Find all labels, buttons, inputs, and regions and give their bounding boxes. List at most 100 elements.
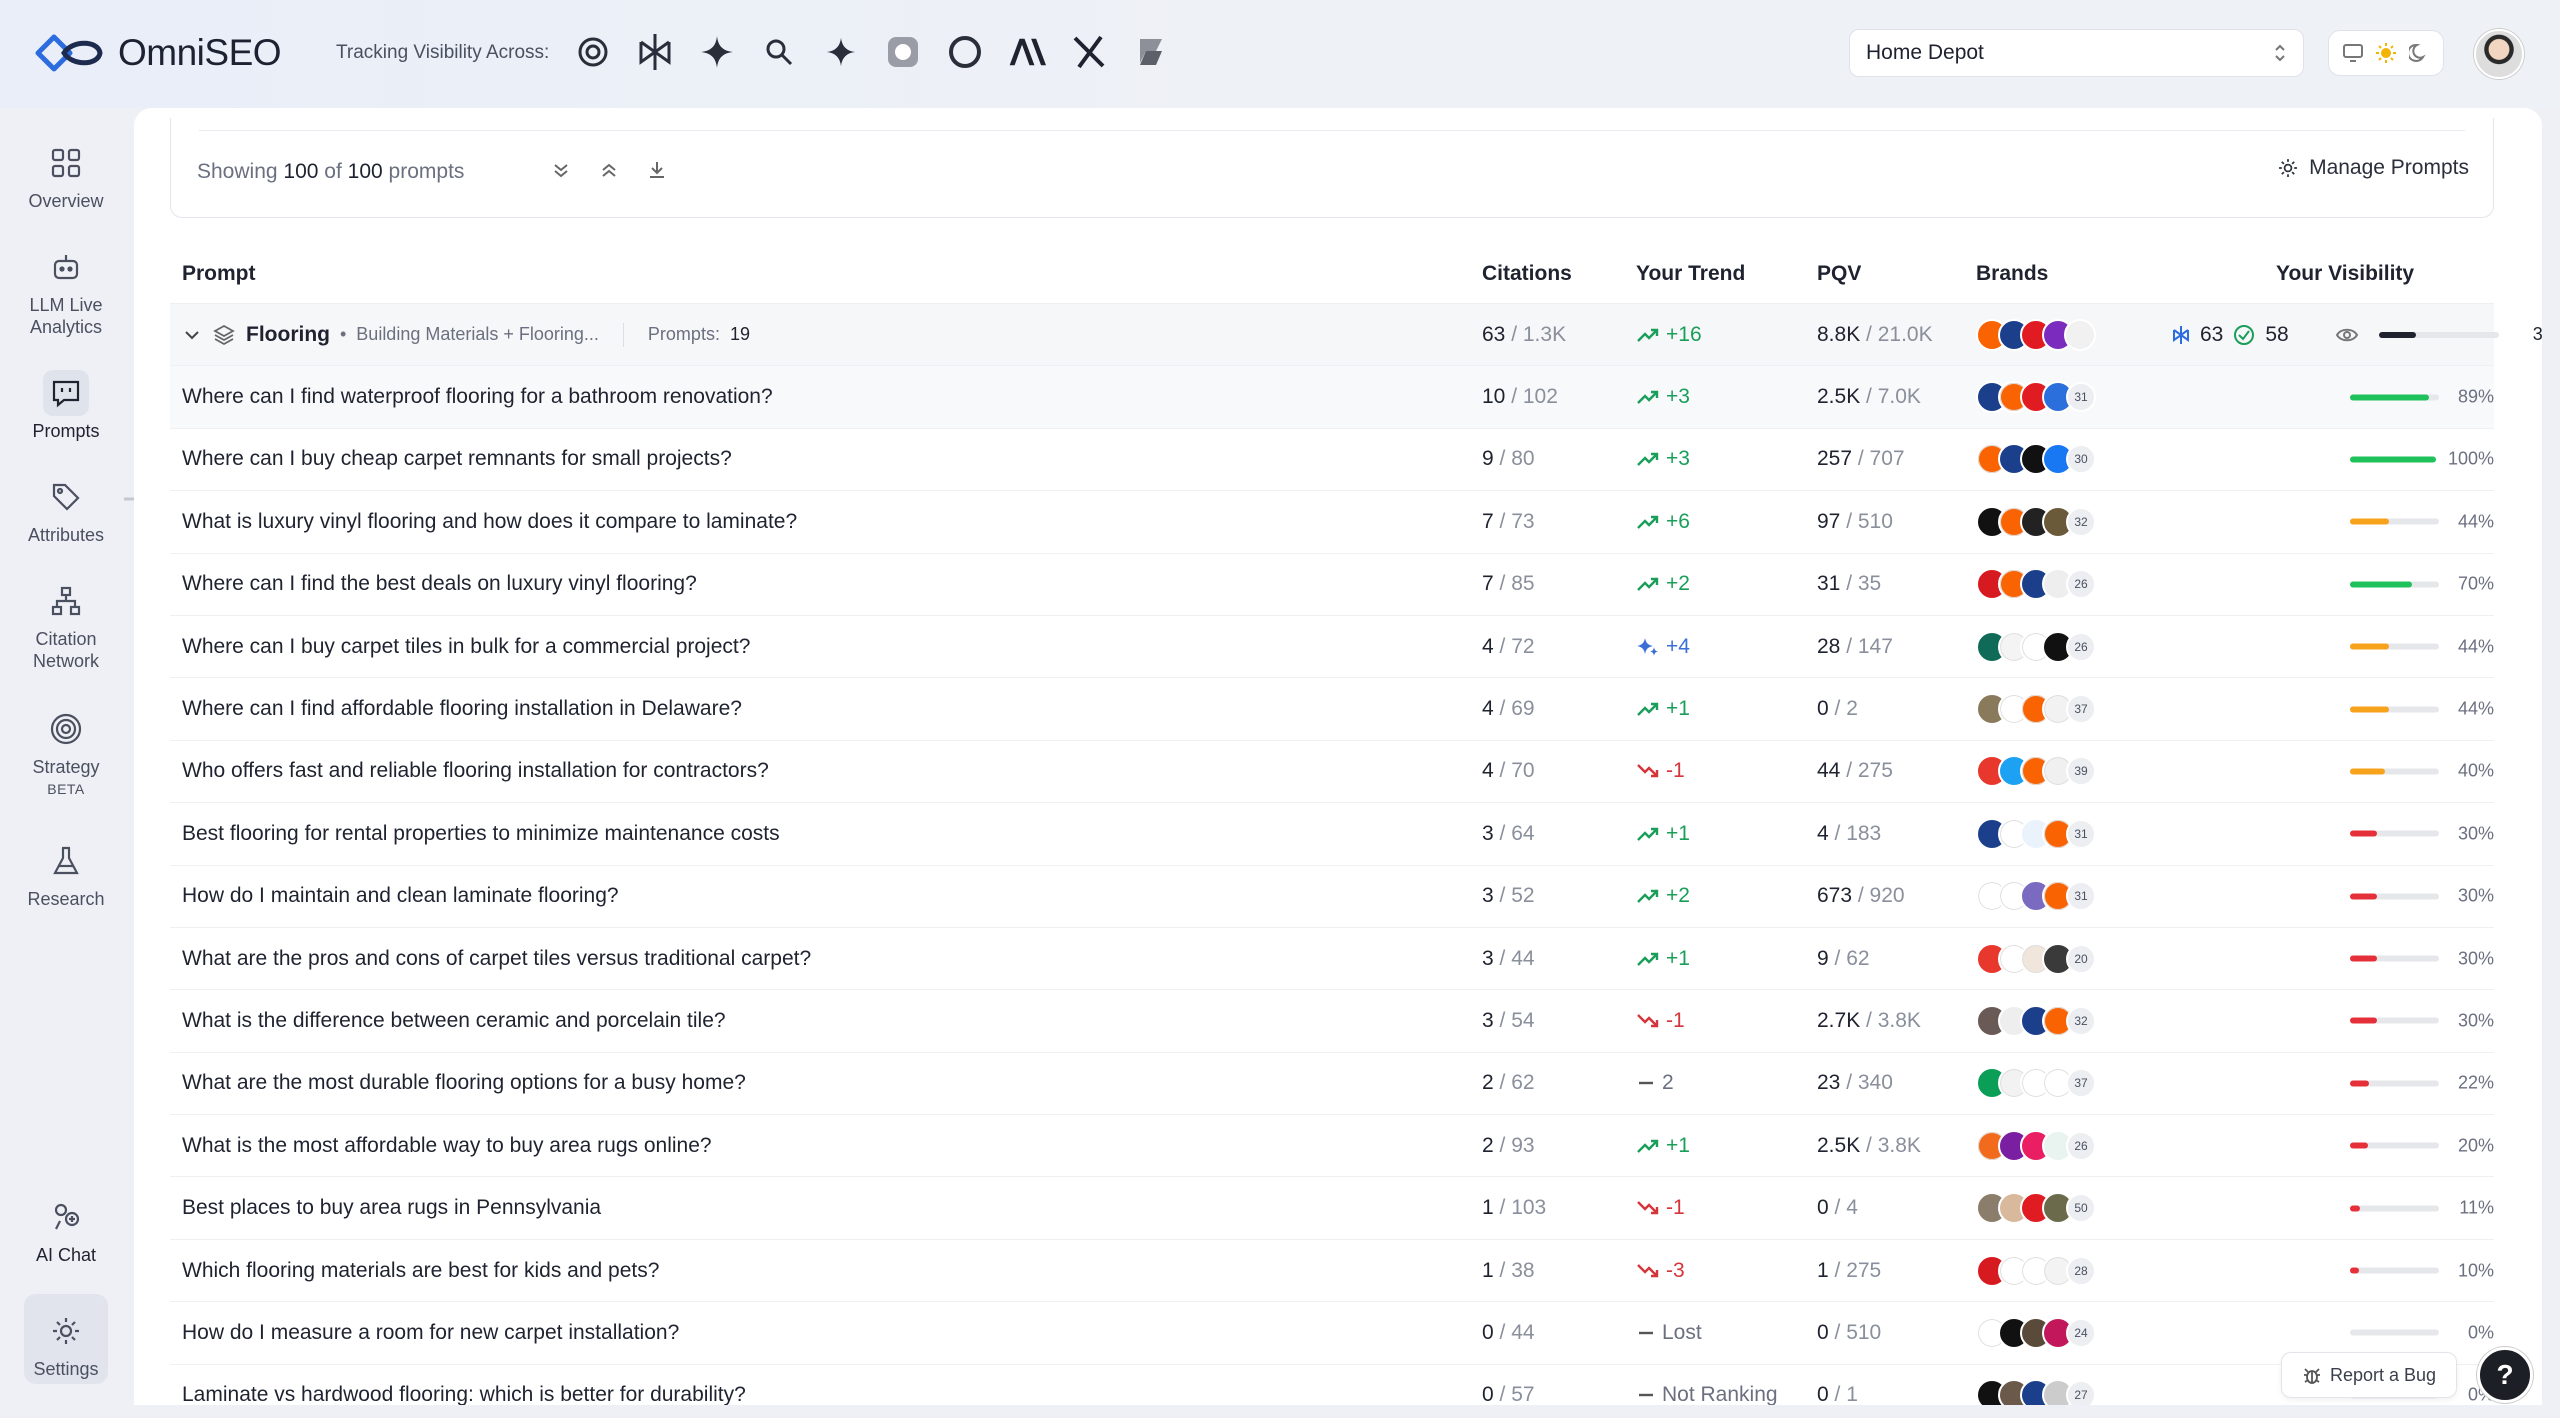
download-icon[interactable] [645, 158, 669, 182]
prompt-text[interactable]: What is luxury vinyl flooring and how do… [182, 510, 797, 534]
sidebar-item-ai-chat[interactable]: AI Chat [16, 1194, 116, 1266]
brand-logos[interactable]: 50 [1976, 1192, 2096, 1225]
brand-logos[interactable]: 31 [1976, 880, 2096, 913]
gemini-icon[interactable] [698, 30, 736, 74]
chevron-down-icon[interactable] [182, 325, 202, 345]
gemini-spark-icon[interactable] [822, 30, 860, 74]
brand-logos[interactable]: 31 [1976, 817, 2096, 850]
table-row[interactable]: Who offers fast and reliable flooring in… [170, 741, 2494, 804]
deepseek-icon[interactable] [760, 30, 798, 74]
prompt-text[interactable]: Laminate vs hardwood flooring: which is … [182, 1383, 746, 1405]
brand-logos[interactable]: 28 [1976, 1254, 2096, 1287]
gear-icon [43, 1308, 89, 1354]
table-row[interactable]: Where can I buy carpet tiles in bulk for… [170, 616, 2494, 679]
table-row[interactable]: What are the most durable flooring optio… [170, 1053, 2494, 1116]
brand-logos[interactable]: 37 [1976, 693, 2096, 726]
prompt-text[interactable]: What are the most durable flooring optio… [182, 1071, 746, 1095]
group-row-flooring[interactable]: Flooring • Building Materials + Flooring… [170, 304, 2542, 367]
col-trend[interactable]: Your Trend [1636, 262, 1745, 286]
table-row[interactable]: Which flooring materials are best for ki… [170, 1240, 2494, 1303]
help-button[interactable]: ? [2477, 1347, 2533, 1403]
visibility-cell: 89% [2350, 387, 2494, 408]
prompt-text[interactable]: Who offers fast and reliable flooring in… [182, 759, 769, 783]
table-row[interactable]: Laminate vs hardwood flooring: which is … [170, 1365, 2494, 1405]
col-citations[interactable]: Citations [1482, 262, 1572, 286]
manage-prompts-button[interactable]: Manage Prompts [2277, 156, 2469, 180]
sidebar-item-overview[interactable]: Overview [16, 140, 116, 212]
collapse-all-icon[interactable] [597, 158, 621, 182]
prompt-text[interactable]: Where can I buy cheap carpet remnants fo… [182, 447, 732, 471]
table-row[interactable]: How do I maintain and clean laminate flo… [170, 866, 2494, 928]
eye-icon [2335, 328, 2358, 341]
prompt-text[interactable]: What is the most affordable way to buy a… [182, 1134, 712, 1158]
brand-logos[interactable]: 27 [1976, 1379, 2096, 1405]
moon-icon[interactable] [2405, 39, 2433, 67]
prompt-text[interactable]: What are the pros and cons of carpet til… [182, 947, 811, 971]
col-pqv[interactable]: PQV [1817, 262, 1861, 286]
copilot-icon[interactable] [884, 30, 922, 74]
prompt-text[interactable]: Which flooring materials are best for ki… [182, 1259, 659, 1283]
prompt-text[interactable]: Where can I find affordable flooring ins… [182, 697, 742, 721]
anthropic-icon[interactable] [1008, 30, 1046, 74]
prompt-text[interactable]: Best flooring for rental properties to m… [182, 822, 780, 846]
trend-flat-icon [1639, 1394, 1653, 1397]
table-row[interactable]: Where can I find affordable flooring ins… [170, 678, 2494, 741]
table-row[interactable]: What is the most affordable way to buy a… [170, 1115, 2494, 1178]
prompt-text[interactable]: What is the difference between ceramic a… [182, 1009, 726, 1033]
table-row[interactable]: What is luxury vinyl flooring and how do… [170, 491, 2494, 554]
avatar[interactable] [2474, 29, 2524, 79]
prompt-text[interactable]: Where can I buy carpet tiles in bulk for… [182, 635, 750, 659]
logo[interactable]: OmniSEO [34, 28, 282, 78]
meta-ai-icon[interactable] [946, 30, 984, 74]
table-row[interactable]: Where can I find waterproof flooring for… [170, 366, 2494, 429]
col-prompt[interactable]: Prompt [182, 262, 256, 286]
mistral-icon[interactable] [1132, 30, 1170, 74]
chatgpt-icon[interactable] [574, 30, 612, 74]
perplexity-icon[interactable] [636, 30, 674, 74]
expand-all-icon[interactable] [549, 158, 573, 182]
sun-icon[interactable] [2372, 39, 2400, 67]
grok-icon[interactable] [1070, 30, 1108, 74]
table-row[interactable]: How do I measure a room for new carpet i… [170, 1302, 2494, 1365]
brand-select[interactable]: Home Depot [1849, 29, 2304, 77]
brand-logos[interactable]: 32 [1976, 505, 2096, 538]
sidebar-item-research[interactable]: Research [16, 838, 116, 910]
prompt-text[interactable]: How do I measure a room for new carpet i… [182, 1321, 679, 1345]
brand-logos[interactable]: 24 [1976, 1316, 2096, 1349]
prompt-text[interactable]: Best places to buy area rugs in Pennsylv… [182, 1196, 601, 1220]
brand-logos[interactable]: 39 [1976, 755, 2096, 788]
prompt-text[interactable]: Where can I find the best deals on luxur… [182, 572, 697, 596]
visibility-pct: 0% [2467, 1322, 2494, 1343]
table-row[interactable]: Best places to buy area rugs in Pennsylv… [170, 1177, 2494, 1240]
trend-cell: +1 [1636, 1134, 1690, 1158]
table-row[interactable]: What is the difference between ceramic a… [170, 990, 2494, 1053]
sidebar-item-llm-live-analytics[interactable]: LLM Live Analytics [16, 244, 116, 338]
sidebar-item-attributes[interactable]: Attributes [16, 474, 116, 546]
brand-logos[interactable]: 30 [1976, 443, 2096, 476]
brand-logos[interactable]: 26 [1976, 630, 2096, 663]
table-row[interactable]: Best flooring for rental properties to m… [170, 803, 2494, 866]
sidebar: Overview LLM Live Analytics Prompts Attr… [0, 108, 136, 1418]
model-icons [574, 30, 1170, 74]
prompt-text[interactable]: Where can I find waterproof flooring for… [182, 385, 773, 409]
table-row[interactable]: Where can I buy cheap carpet remnants fo… [170, 429, 2494, 492]
col-visibility[interactable]: Your Visibility [2276, 262, 2414, 286]
table-row[interactable]: Where can I find the best deals on luxur… [170, 554, 2494, 616]
brand-logos[interactable]: 20 [1976, 942, 2096, 975]
sidebar-item-strategy[interactable]: Strategy BETA [16, 706, 116, 800]
monitor-icon[interactable] [2339, 39, 2367, 67]
brand-count: 26 [2066, 1130, 2096, 1161]
brand-logos[interactable]: 26 [1976, 568, 2096, 601]
brand-logos[interactable]: 26 [1976, 1129, 2096, 1162]
table-row[interactable]: What are the pros and cons of carpet til… [170, 928, 2494, 991]
sidebar-item-citation-network[interactable]: Citation Network [16, 578, 116, 672]
sidebar-item-settings[interactable]: Settings [16, 1308, 116, 1380]
brand-logos[interactable]: 37 [1976, 1067, 2096, 1100]
brand-logos[interactable]: 32 [1976, 1004, 2096, 1037]
prompt-text[interactable]: How do I maintain and clean laminate flo… [182, 884, 619, 908]
col-brands[interactable]: Brands [1976, 262, 2048, 286]
group-brand-logos[interactable] [1976, 318, 2096, 351]
brand-logos[interactable]: 31 [1976, 381, 2096, 414]
sidebar-item-prompts[interactable]: Prompts [16, 370, 116, 442]
report-bug-button[interactable]: Report a Bug [2281, 1352, 2457, 1398]
